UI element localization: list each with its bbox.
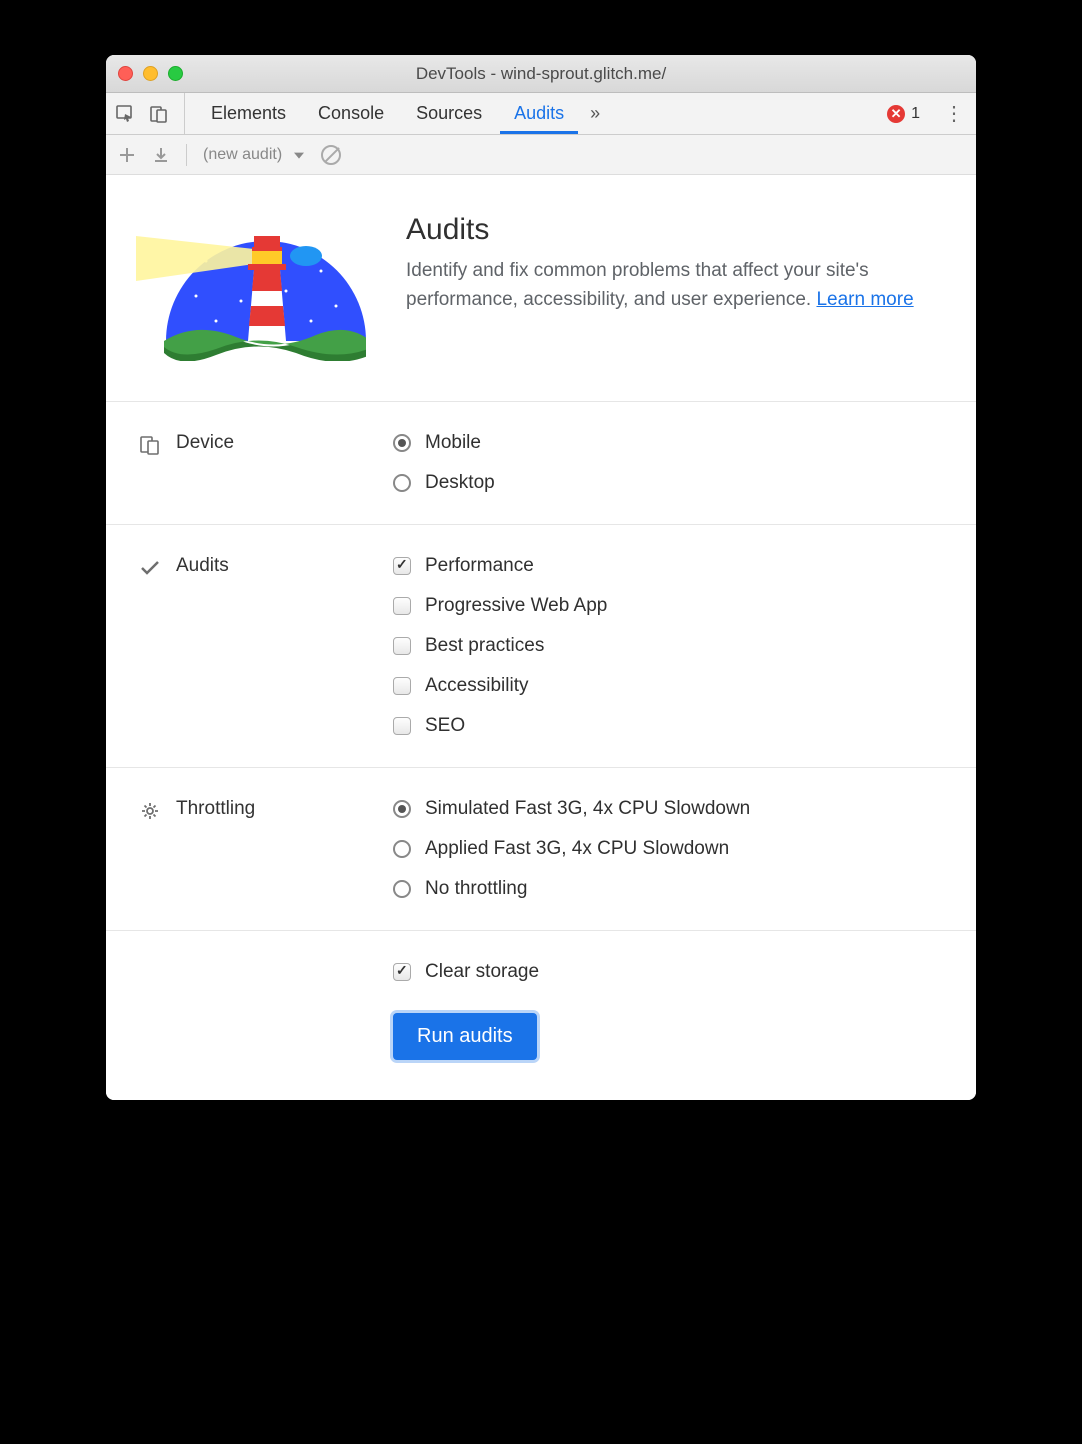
panel-tabbar: Elements Console Sources Audits » ✕ 1 ⋮ [106,93,976,135]
audit-select[interactable]: (new audit) [199,142,310,168]
clear-storage-option[interactable]: Clear storage [393,961,954,983]
hero-section: Audits Identify and fix common problems … [106,175,976,402]
audit-option-pwa[interactable]: Progressive Web App [393,595,954,617]
download-icon[interactable] [148,142,174,168]
throttling-option-none[interactable]: No throttling [393,878,954,900]
device-icon [138,433,162,457]
audit-option-best-practices[interactable]: Best practices [393,635,954,657]
maximize-window-button[interactable] [168,66,183,81]
panel-title: Audits [406,213,936,247]
option-label: Simulated Fast 3G, 4x CPU Slowdown [425,798,750,820]
error-icon: ✕ [887,105,905,123]
panel-description: Identify and fix common problems that af… [406,257,936,314]
check-icon [138,556,162,580]
radio-icon [393,474,411,492]
radio-icon [393,840,411,858]
checkbox-icon [393,677,411,695]
option-label: SEO [425,715,465,737]
window-titlebar: DevTools - wind-sprout.glitch.me/ [106,55,976,93]
error-indicator[interactable]: ✕ 1 [887,93,932,134]
tabs-overflow-button[interactable]: » [580,93,610,134]
option-label: Desktop [425,472,495,494]
option-label: Clear storage [425,961,539,983]
window-title: DevTools - wind-sprout.glitch.me/ [106,64,976,84]
tab-sources[interactable]: Sources [400,93,498,134]
device-option-desktop[interactable]: Desktop [393,472,954,494]
radio-icon [393,434,411,452]
checkbox-icon [393,963,411,981]
audits-section: Audits Performance Progressive Web App B… [106,525,976,768]
gear-icon [138,799,162,823]
audit-option-seo[interactable]: SEO [393,715,954,737]
device-label: Device [176,432,234,454]
device-section: Device Mobile Desktop [106,402,976,525]
learn-more-link[interactable]: Learn more [816,289,913,310]
toolbar-divider [186,144,187,166]
option-label: No throttling [425,878,527,900]
tab-elements[interactable]: Elements [195,93,302,134]
audit-option-accessibility[interactable]: Accessibility [393,675,954,697]
device-option-mobile[interactable]: Mobile [393,432,954,454]
inspect-element-icon[interactable] [112,101,138,127]
checkbox-icon [393,557,411,575]
description-text: Identify and fix common problems that af… [406,260,869,310]
traffic-lights [118,66,183,81]
checkbox-icon [393,717,411,735]
lighthouse-illustration [136,201,366,361]
radio-icon [393,880,411,898]
radio-icon [393,800,411,818]
new-audit-icon[interactable] [114,142,140,168]
clear-storage-section: Clear storage [106,931,976,1013]
audit-option-performance[interactable]: Performance [393,555,954,577]
tab-console[interactable]: Console [302,93,400,134]
option-label: Applied Fast 3G, 4x CPU Slowdown [425,838,729,860]
option-label: Best practices [425,635,544,657]
throttling-option-simulated[interactable]: Simulated Fast 3G, 4x CPU Slowdown [393,798,954,820]
option-label: Progressive Web App [425,595,607,617]
error-count: 1 [911,105,920,123]
option-label: Accessibility [425,675,528,697]
checkbox-icon [393,597,411,615]
throttling-label: Throttling [176,798,255,820]
throttling-option-applied[interactable]: Applied Fast 3G, 4x CPU Slowdown [393,838,954,860]
throttling-section: Throttling Simulated Fast 3G, 4x CPU Slo… [106,768,976,931]
device-toggle-icon[interactable] [146,101,172,127]
audits-label: Audits [176,555,229,577]
checkbox-icon [393,637,411,655]
run-audits-button[interactable]: Run audits [393,1013,537,1060]
audits-panel-content: Audits Identify and fix common problems … [106,175,976,1100]
audits-toolbar: (new audit) [106,135,976,175]
tab-audits[interactable]: Audits [498,93,580,134]
kebab-menu-icon[interactable]: ⋮ [932,93,976,134]
close-window-button[interactable] [118,66,133,81]
option-label: Performance [425,555,534,577]
devtools-window: DevTools - wind-sprout.glitch.me/ Elemen… [106,55,976,1100]
minimize-window-button[interactable] [143,66,158,81]
option-label: Mobile [425,432,481,454]
clear-icon[interactable] [318,142,344,168]
